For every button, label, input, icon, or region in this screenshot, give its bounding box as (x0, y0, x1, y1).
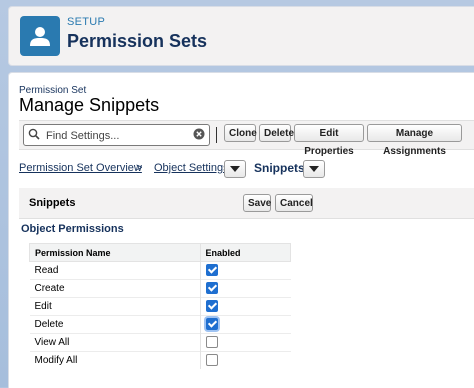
table-row: Create (29, 279, 291, 298)
table-row: Delete (29, 315, 291, 334)
main-content: Permission Set Manage Snippets Clone Del… (8, 72, 474, 388)
record-title: Manage Snippets (19, 95, 160, 115)
table-row: Edit (29, 297, 291, 316)
modify-all-checkbox[interactable] (205, 354, 218, 366)
permission-name: Delete (29, 315, 200, 334)
manage-assignments-button[interactable]: Manage Assignments (367, 124, 462, 157)
delete-checkbox[interactable] (205, 318, 218, 330)
permission-name: Create (29, 279, 200, 298)
breadcrumb-current: Snippets (254, 161, 305, 175)
page-title: Permission Sets (67, 31, 208, 51)
object-permissions-title: Object Permissions (21, 223, 124, 235)
search-icon (28, 128, 40, 140)
column-header-permission-name: Permission Name (29, 243, 201, 262)
table-header-row: Permission Name Enabled (29, 243, 291, 262)
section-title: Snippets (29, 197, 76, 209)
cancel-button[interactable]: Cancel (275, 194, 313, 212)
user-icon (20, 16, 60, 56)
search-input[interactable] (44, 127, 188, 144)
setup-label: SETUP (67, 16, 106, 28)
create-checkbox[interactable] (205, 282, 218, 294)
permission-name: View All (29, 333, 200, 352)
permission-name: Edit (29, 297, 200, 316)
permission-name: Read (29, 261, 200, 280)
enabled-cell (199, 333, 291, 352)
table-row: Read (29, 261, 291, 280)
breadcrumb-permission-set-overview[interactable]: Permission Set Overview (19, 162, 142, 174)
enabled-cell (199, 315, 291, 334)
breadcrumb-object-settings[interactable]: Object Settings (154, 162, 229, 174)
table-row: View All (29, 333, 291, 352)
toolbar: Clone Delete Edit Properties Manage Assi… (19, 120, 474, 157)
section-header: Snippets Save Cancel (19, 188, 474, 219)
breadcrumb-separator: > (136, 162, 143, 174)
enabled-cell (199, 297, 291, 316)
enabled-cell (199, 351, 291, 369)
edit-properties-button[interactable]: Edit Properties (294, 124, 364, 157)
page-header: SETUP Permission Sets (8, 6, 474, 66)
permission-name: Modify All (29, 351, 200, 369)
save-button[interactable]: Save (243, 194, 271, 212)
toolbar-divider (216, 127, 217, 143)
edit-checkbox[interactable] (205, 300, 218, 312)
snippets-dropdown[interactable] (303, 160, 325, 178)
object-permissions-table: Permission Name Enabled Read Create Edit… (29, 243, 291, 369)
clone-button[interactable]: Clone (224, 124, 257, 142)
enabled-cell (199, 279, 291, 298)
search-field[interactable] (23, 124, 210, 146)
table-row: Modify All (29, 351, 291, 369)
object-settings-dropdown[interactable] (224, 160, 246, 178)
enabled-cell (199, 261, 291, 280)
delete-button[interactable]: Delete (259, 124, 294, 142)
read-checkbox[interactable] (205, 264, 218, 276)
column-header-enabled: Enabled (199, 243, 291, 262)
clear-search-icon[interactable] (193, 128, 205, 140)
view-all-checkbox[interactable] (205, 336, 218, 348)
